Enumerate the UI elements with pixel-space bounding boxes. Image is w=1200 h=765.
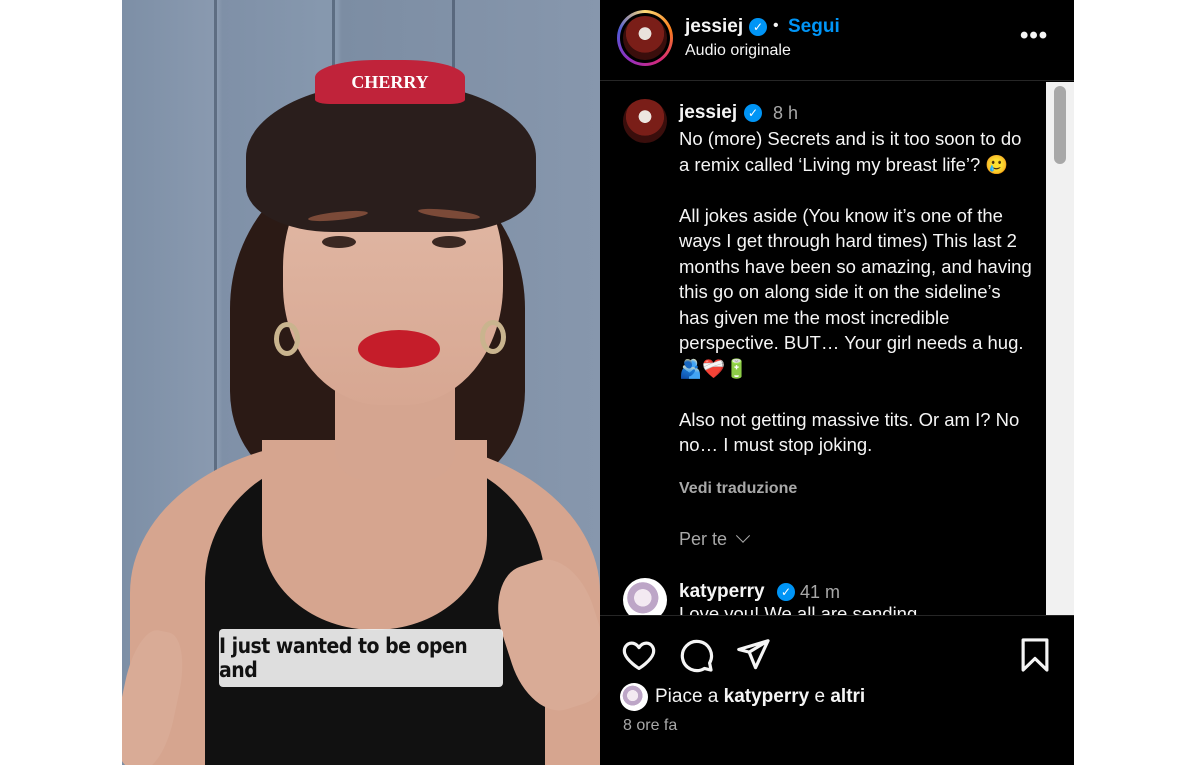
avatar <box>620 683 648 711</box>
page-background-left <box>0 0 122 765</box>
avatar <box>623 16 667 60</box>
heart-icon[interactable] <box>620 636 658 674</box>
story-ring[interactable] <box>617 10 673 66</box>
post-sidebar: jessiej ✓ • Segui Audio originale ••• je… <box>600 0 1074 765</box>
scrollbar-thumb[interactable] <box>1054 86 1066 164</box>
person-cap <box>246 82 536 232</box>
more-options-icon[interactable]: ••• <box>1020 22 1048 50</box>
person-eye-right <box>432 236 466 248</box>
person-eye-left <box>322 236 356 248</box>
page-background-right <box>1074 0 1200 765</box>
post-actions: Piace a katyperry e altri 8 ore fa <box>600 615 1074 765</box>
person-earring-right <box>480 320 506 354</box>
verified-badge-icon: ✓ <box>744 104 762 122</box>
cap-text: CHERRY <box>351 72 429 92</box>
bookmark-icon[interactable] <box>1016 636 1054 674</box>
likes-others-link[interactable]: altri <box>830 686 865 708</box>
chevron-down-icon <box>735 528 751 543</box>
follow-button[interactable]: Segui <box>788 16 840 38</box>
share-icon[interactable] <box>734 636 772 674</box>
comment-time[interactable]: 41 m <box>800 582 840 603</box>
verified-badge-icon: ✓ <box>777 583 795 601</box>
person-cap-band: CHERRY <box>315 60 465 104</box>
post-caption: No (more) Secrets and is it too soon to … <box>679 128 1032 455</box>
likes-summary[interactable]: Piace a katyperry e altri <box>620 682 865 712</box>
for-you-label: Per te <box>679 529 728 549</box>
likes-middle: e <box>809 686 831 707</box>
verified-badge-icon: ✓ <box>749 18 767 36</box>
person-earring-left <box>274 322 300 356</box>
original-audio-link[interactable]: Audio originale <box>685 42 791 60</box>
for-you-dropdown[interactable]: Per te <box>679 528 751 550</box>
post-time[interactable]: 8 h <box>773 103 798 124</box>
comment-text: Love you! We all are sending <box>679 603 918 615</box>
comment-author[interactable]: katyperry <box>679 581 765 603</box>
post-author[interactable]: jessiej <box>679 102 737 124</box>
avatar[interactable] <box>623 99 667 143</box>
likes-user-link[interactable]: katyperry <box>724 686 810 708</box>
avatar[interactable] <box>623 578 667 615</box>
header-username[interactable]: jessiej <box>685 16 743 38</box>
video-caption: I just wanted to be open and <box>219 629 503 687</box>
person-lips <box>358 330 440 368</box>
post-timestamp[interactable]: 8 ore fa <box>623 717 677 735</box>
comments-scroll-area[interactable]: jessiej ✓ 8 h No (more) Secrets and is i… <box>600 82 1046 615</box>
separator-dot: • <box>773 17 779 34</box>
likes-prefix: Piace a <box>655 686 724 707</box>
comment-icon[interactable] <box>677 636 715 674</box>
post-header: jessiej ✓ • Segui Audio originale ••• <box>600 0 1074 81</box>
see-translation-link[interactable]: Vedi traduzione <box>679 480 797 498</box>
